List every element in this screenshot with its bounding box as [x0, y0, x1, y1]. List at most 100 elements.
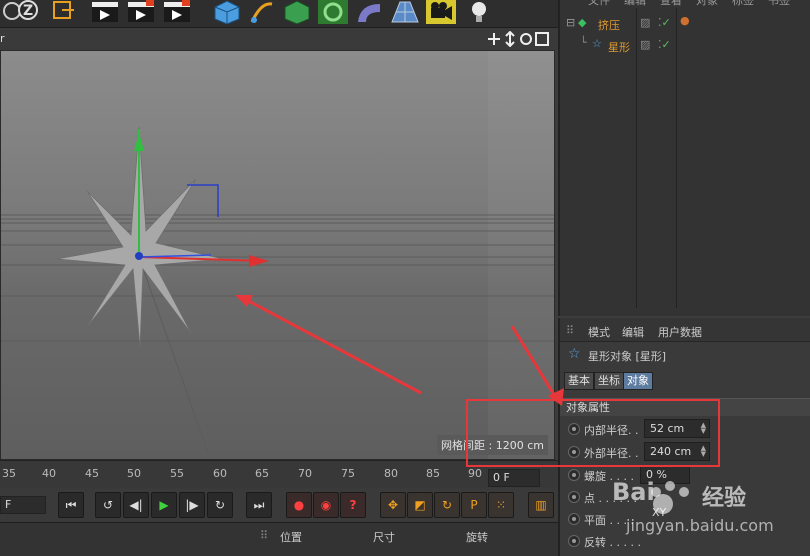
- tab-coord[interactable]: 坐标: [594, 372, 624, 390]
- timeline-tick: 75: [341, 467, 355, 480]
- timeline-tick: 85: [426, 467, 440, 480]
- prop-label: 螺旋 . . . .: [584, 470, 634, 483]
- outer-radius-field[interactable]: 240 cm ▲ ▼: [644, 442, 710, 461]
- coordinates-bar: ⠿ 位置 尺寸 旋转: [0, 522, 558, 556]
- object-manager: 文件 编辑 查看 对象 标签 书签 ⊟ ◆ 挤压 ▨ ⁚✓ ● └ ☆ 星形 ▨…: [558, 0, 810, 316]
- go-to-end-icon[interactable]: ⏭: [246, 492, 272, 518]
- play-icon[interactable]: ▶: [151, 492, 177, 518]
- visibility-toggle-icon[interactable]: ▨: [640, 38, 650, 51]
- om-menu-tags[interactable]: 标签: [732, 0, 754, 8]
- tree-line: └: [580, 36, 587, 49]
- grid-floor: [1, 214, 554, 459]
- object-row-star[interactable]: └ ☆ 星形 ▨ ⁚✓: [560, 36, 810, 56]
- render-view-icon[interactable]: [90, 0, 120, 24]
- grip-icon: ⠿: [566, 324, 575, 337]
- visibility-toggle-icon[interactable]: ▨: [640, 16, 650, 29]
- position-header: 位置: [280, 531, 302, 544]
- prop-twist: 螺旋 . . . . 0 %: [560, 464, 810, 486]
- grid-spacing-label: 网格间距 : 1200 cm: [437, 435, 548, 455]
- prop-label: 点 . . . . . .: [584, 492, 637, 505]
- fps-field[interactable]: F: [0, 496, 46, 514]
- timeline[interactable]: 35 40 45 50 55 60 65 70 75 80 85 90 0 F: [0, 460, 558, 488]
- animate-radio-icon[interactable]: [568, 491, 580, 503]
- plane-value[interactable]: XY: [652, 506, 666, 519]
- viewport-menu-fragment[interactable]: r: [0, 32, 5, 45]
- redo-icon[interactable]: Z: [16, 0, 46, 24]
- size-header: 尺寸: [373, 531, 395, 544]
- spinner-icon: ▲ ▼: [700, 421, 706, 435]
- object-name[interactable]: 星形: [608, 39, 630, 55]
- record-key-icon[interactable]: ●: [286, 492, 312, 518]
- attributes-title: 星形对象 [星形]: [588, 350, 667, 363]
- timeline-window-icon[interactable]: ▥: [528, 492, 554, 518]
- timeline-tick: 70: [298, 467, 312, 480]
- star-object-icon: ☆: [592, 37, 602, 50]
- om-menu-bookmarks[interactable]: 书签: [768, 0, 790, 8]
- om-menu-edit[interactable]: 编辑: [624, 0, 646, 8]
- material-tag-icon[interactable]: ●: [680, 14, 690, 27]
- animate-radio-icon[interactable]: [568, 535, 580, 547]
- prop-inner-radius: 内部半径. . 52 cm ▲ ▼: [560, 418, 810, 440]
- timeline-tick: 55: [170, 467, 184, 480]
- twist-field[interactable]: 0 %: [640, 465, 690, 484]
- tree-expand-icon[interactable]: ⊟: [566, 16, 575, 29]
- grip-icon: ⠿: [260, 529, 269, 542]
- animate-radio-icon[interactable]: [568, 469, 580, 481]
- attributes-manager: ⠿ 模式 编辑 用户数据 ☆ 星形对象 [星形] 基本 坐标 对象 对象属性 内…: [558, 318, 810, 556]
- cube-icon[interactable]: [212, 0, 242, 25]
- key-rotation-icon[interactable]: ↻: [434, 492, 460, 518]
- object-manager-menu: 文件 编辑 查看 对象 标签 书签: [560, 0, 810, 8]
- star-object-icon: ☆: [568, 346, 581, 362]
- bend-icon[interactable]: [354, 0, 384, 24]
- prev-frame-icon[interactable]: ◀|: [123, 492, 149, 518]
- next-frame-icon[interactable]: |▶: [179, 492, 205, 518]
- render-settings-icon[interactable]: [162, 0, 192, 24]
- move-icon[interactable]: [50, 0, 80, 24]
- viewport-nav-icons[interactable]: [488, 30, 552, 50]
- 3d-viewport[interactable]: 网格间距 : 1200 cm: [0, 50, 555, 460]
- subdivision-icon[interactable]: [282, 0, 312, 25]
- floor-icon[interactable]: [390, 0, 420, 24]
- prop-label: 平面 . . . .: [584, 514, 634, 527]
- enabled-check-icon[interactable]: ⁚✓: [658, 38, 671, 51]
- timeline-tick: 65: [255, 467, 269, 480]
- keyframe-help-icon[interactable]: ?: [340, 492, 366, 518]
- attr-menu-userdata[interactable]: 用户数据: [658, 324, 702, 340]
- light-icon[interactable]: [464, 0, 494, 24]
- timeline-tick: 50: [127, 467, 141, 480]
- attr-menu-mode[interactable]: 模式: [588, 324, 610, 340]
- pen-icon[interactable]: [246, 0, 276, 24]
- animate-radio-icon[interactable]: [568, 513, 580, 525]
- om-menu-file[interactable]: 文件: [588, 0, 610, 8]
- main-toolbar: Z: [0, 0, 558, 28]
- key-scale-icon[interactable]: ◩: [407, 492, 433, 518]
- key-position-icon[interactable]: ✥: [380, 492, 406, 518]
- inner-radius-field[interactable]: 52 cm ▲ ▼: [644, 419, 710, 438]
- enabled-check-icon[interactable]: ⁚✓: [658, 16, 671, 29]
- attr-menu-edit[interactable]: 编辑: [622, 324, 644, 340]
- key-points-icon[interactable]: ⁙: [488, 492, 514, 518]
- svg-text:Z: Z: [23, 3, 33, 19]
- section-title: 对象属性: [560, 398, 810, 416]
- om-menu-view[interactable]: 查看: [660, 0, 682, 8]
- key-parameter-icon[interactable]: P: [461, 492, 487, 518]
- auto-key-icon[interactable]: ◉: [313, 492, 339, 518]
- prop-label: 外部半径. .: [584, 447, 639, 460]
- render-icon[interactable]: [126, 0, 156, 24]
- spinner-icon: ▲ ▼: [700, 444, 706, 458]
- current-frame-field[interactable]: 0 F: [488, 469, 540, 487]
- object-row-extrude[interactable]: ⊟ ◆ 挤压 ▨ ⁚✓ ●: [560, 14, 810, 34]
- prop-label: 内部半径. .: [584, 424, 639, 437]
- object-name[interactable]: 挤压: [598, 17, 620, 33]
- next-key-icon[interactable]: ↻: [207, 492, 233, 518]
- animate-radio-icon[interactable]: [568, 423, 580, 435]
- tab-object[interactable]: 对象: [623, 372, 653, 390]
- go-to-start-icon[interactable]: ⏮: [58, 492, 84, 518]
- om-menu-objects[interactable]: 对象: [696, 0, 718, 8]
- animate-radio-icon[interactable]: [568, 446, 580, 458]
- prev-key-icon[interactable]: ↺: [95, 492, 121, 518]
- tab-basic[interactable]: 基本: [564, 372, 594, 390]
- array-icon[interactable]: [318, 0, 348, 24]
- attributes-menu: ⠿ 模式 编辑 用户数据: [560, 318, 810, 342]
- camera-icon[interactable]: [426, 0, 456, 24]
